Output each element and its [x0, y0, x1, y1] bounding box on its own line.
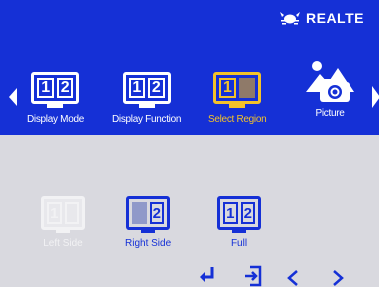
sub-item-label: Left Side — [43, 238, 83, 249]
menu-item-select-region[interactable]: 1 Select Region — [208, 72, 267, 125]
sub-item-full[interactable]: 1 2 Full — [217, 196, 261, 249]
realtek-crab-icon — [280, 12, 300, 25]
chevron-left-icon[interactable] — [286, 263, 300, 287]
menu-item-display-function[interactable]: 1 2 Display Function — [112, 72, 181, 125]
enter-icon[interactable] — [199, 263, 215, 287]
monitor-right-side-icon: 2 — [126, 196, 171, 233]
menu-item-label: Display Function — [112, 114, 182, 125]
main-menu-panel: REALTE 1 2 Display Mode 1 2 Display Func… — [0, 0, 379, 135]
menu-item-label: Picture — [315, 108, 345, 119]
sub-item-right-side[interactable]: 2 Right Side — [125, 196, 171, 249]
menu-item-picture[interactable]: Picture — [306, 58, 354, 119]
menu-item-label: Display Mode — [27, 114, 84, 125]
osd-screen: REALTE 1 2 Display Mode 1 2 Display Func… — [0, 0, 379, 287]
brand-name: REALTE — [306, 10, 364, 26]
sub-item-left-side[interactable]: 1 Left Side — [41, 196, 85, 249]
sub-item-label: Full — [230, 238, 248, 249]
monitor-1-2-icon: 1 2 — [31, 72, 80, 108]
sub-item-label: Right Side — [125, 238, 172, 249]
exit-icon[interactable] — [243, 263, 263, 287]
chevron-right-icon[interactable] — [331, 263, 345, 287]
menu-item-display-mode[interactable]: 1 2 Display Mode — [27, 72, 84, 125]
menu-scroll-left-arrow[interactable] — [9, 88, 17, 106]
monitor-region-icon: 1 — [213, 72, 262, 108]
monitor-full-icon: 1 2 — [217, 196, 261, 233]
monitor-left-side-icon: 1 — [41, 196, 85, 233]
picture-camera-icon — [306, 61, 354, 102]
brand-logo: REALTE — [278, 10, 364, 26]
menu-item-label: Select Region — [208, 114, 267, 125]
menu-scroll-right-arrow[interactable] — [372, 86, 379, 108]
monitor-1-2-icon: 1 2 — [122, 72, 171, 108]
